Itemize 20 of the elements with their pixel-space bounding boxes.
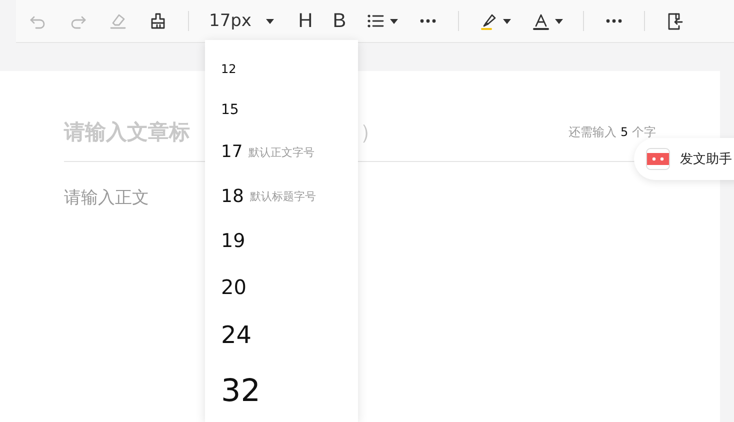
font-size-option[interactable]: 17 默认正文字号 [221, 130, 358, 174]
font-size-dropdown[interactable]: 17px [209, 9, 274, 33]
assistant-button[interactable]: 发文助手 [634, 138, 734, 180]
font-size-option[interactable]: 20 [221, 264, 358, 310]
robot-icon [646, 148, 670, 170]
font-size-option[interactable]: 19 [221, 218, 358, 264]
bold-button[interactable]: B [332, 9, 346, 33]
caret-icon [390, 18, 398, 24]
assistant-label[interactable]: 发文助手 [680, 150, 732, 168]
caret-icon [503, 18, 512, 24]
heading-button[interactable]: H [298, 9, 313, 33]
font-size-option[interactable]: 24 [221, 310, 358, 360]
font-size-option[interactable]: 12 [221, 48, 358, 89]
remaining-count-text: 还需输入 5 个字 [568, 124, 656, 140]
title-placeholder-text: ） [360, 119, 381, 146]
caret-icon [266, 18, 274, 24]
font-size-option[interactable]: 15 [221, 89, 358, 130]
font-size-option[interactable]: 18 默认标题字号 [221, 174, 358, 218]
font-size-option[interactable]: 32 [221, 360, 358, 422]
caret-icon [555, 18, 564, 24]
